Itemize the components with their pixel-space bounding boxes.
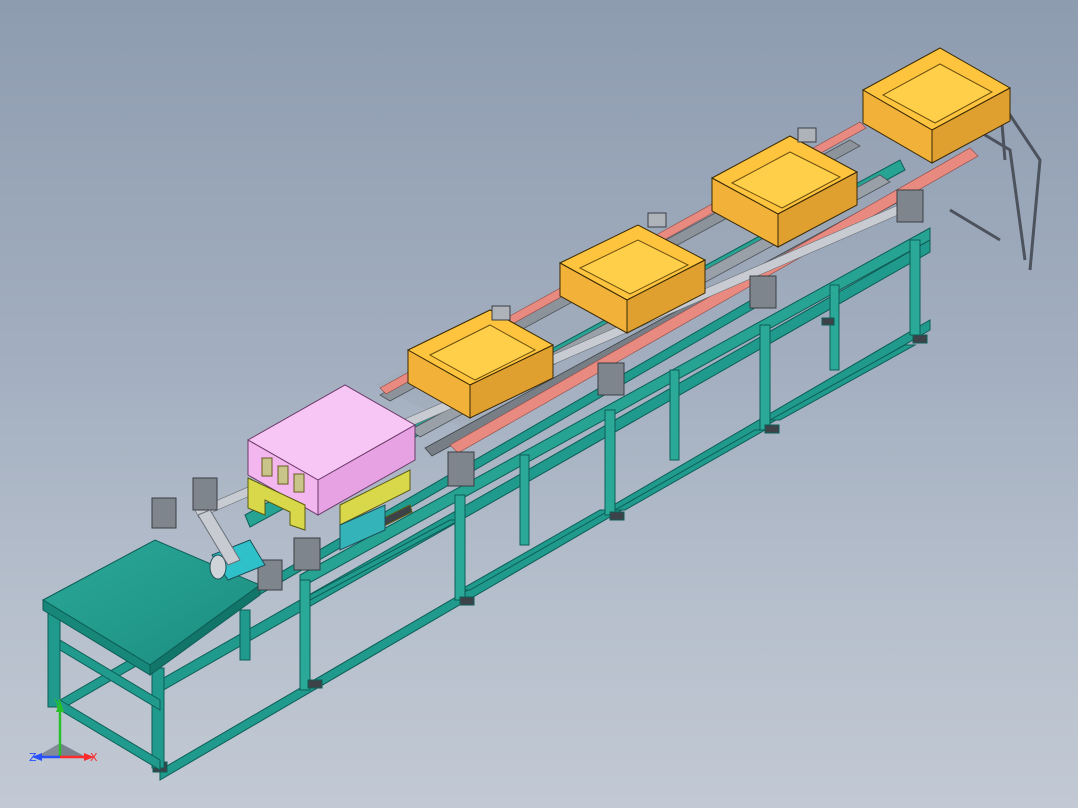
triad-icon (32, 700, 94, 761)
conveyor-assembly-scene[interactable] (0, 0, 1078, 808)
cad-viewport[interactable]: X Y Z (0, 0, 1078, 808)
tote-bin[interactable] (861, 47, 1012, 164)
axis-y-label: Y (54, 697, 61, 710)
axis-x-label: X (90, 751, 98, 764)
axis-z-label: Z (29, 751, 37, 764)
